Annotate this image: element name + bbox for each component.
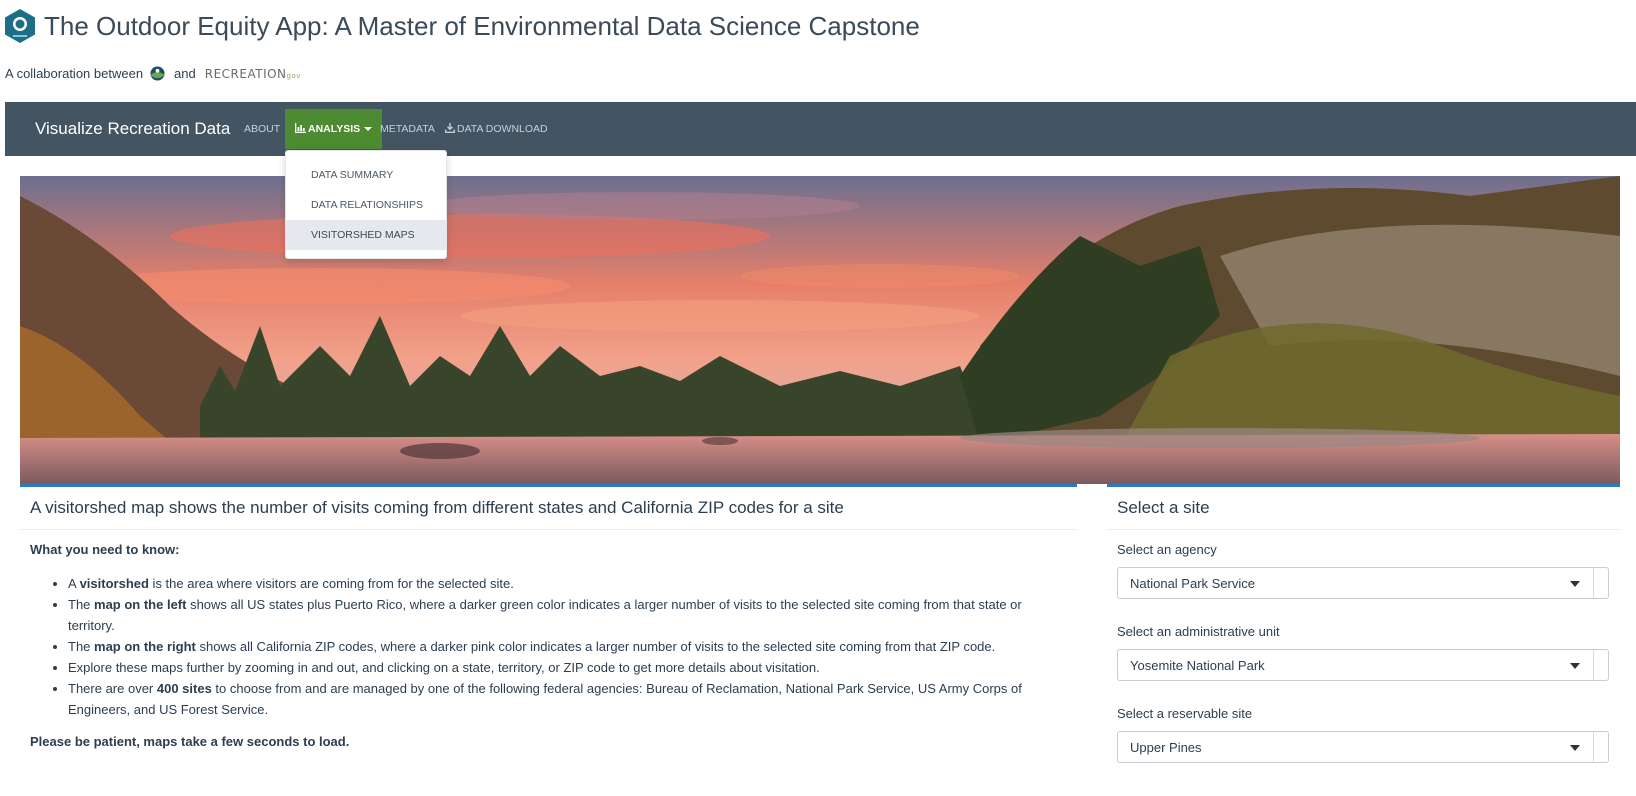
reservable-site-select-value: Upper Pines — [1130, 740, 1202, 755]
navbar: Visualize Recreation Data ABOUT ANALYSIS… — [5, 102, 1636, 156]
select-divider — [1593, 732, 1594, 762]
bren-logo-icon — [150, 66, 165, 81]
agency-select-value: National Park Service — [1130, 576, 1255, 591]
agency-label: Select an agency — [1117, 542, 1217, 557]
hero-landscape-image — [20, 176, 1620, 484]
select-site-title: Select a site — [1107, 487, 1620, 530]
chevron-down-icon — [1570, 663, 1580, 669]
admin-unit-label: Select an administrative unit — [1117, 624, 1280, 639]
app-title: The Outdoor Equity App: A Master of Envi… — [44, 10, 920, 41]
info-list: A visitorshed is the area where visitors… — [30, 573, 1067, 720]
nav-analysis[interactable]: ANALYSIS — [285, 109, 383, 149]
chevron-down-icon — [364, 127, 373, 132]
loading-notice: Please be patient, maps take a few secon… — [30, 734, 350, 749]
dropdown-item-visitorshed-maps[interactable]: VISITORSHED MAPS — [286, 220, 446, 250]
dropdown-item-data-summary[interactable]: DATA SUMMARY — [286, 160, 446, 190]
nav-about[interactable]: ABOUT — [244, 102, 280, 156]
list-item: The map on the right shows all Californi… — [68, 636, 1067, 657]
agency-select[interactable]: National Park Service — [1117, 567, 1609, 599]
app-header: The Outdoor Equity App: A Master of Envi… — [4, 6, 920, 46]
collaboration-line: A collaboration between and RECREATIONgo… — [5, 66, 301, 81]
chevron-down-icon — [1570, 745, 1580, 751]
reservable-site-select[interactable]: Upper Pines — [1117, 731, 1609, 763]
select-divider — [1593, 650, 1594, 680]
list-item: A visitorshed is the area where visitors… — [68, 573, 1067, 594]
need-to-know-heading: What you need to know: — [30, 542, 180, 557]
download-icon — [445, 123, 455, 133]
visitorshed-info-card: A visitorshed map shows the number of vi… — [20, 484, 1077, 773]
collab-prefix: A collaboration between — [5, 66, 144, 81]
select-divider — [1593, 568, 1594, 598]
ucsb-bren-logo-icon — [5, 9, 35, 43]
visitorshed-card-title: A visitorshed map shows the number of vi… — [20, 487, 1077, 530]
list-item: There are over 400 sites to choose from … — [68, 678, 1067, 720]
nav-data-download-label: DATA DOWNLOAD — [457, 123, 548, 135]
list-item: Explore these maps further by zooming in… — [68, 657, 1067, 678]
admin-unit-select-value: Yosemite National Park — [1130, 658, 1265, 673]
nav-analysis-label: ANALYSIS — [308, 123, 361, 135]
nav-metadata[interactable]: METADATA — [380, 102, 435, 156]
admin-unit-select[interactable]: Yosemite National Park — [1117, 649, 1609, 681]
dropdown-item-data-relationships[interactable]: DATA RELATIONSHIPS — [286, 190, 446, 220]
navbar-brand[interactable]: Visualize Recreation Data — [35, 102, 230, 156]
list-item: The map on the left shows all US states … — [68, 594, 1067, 636]
chevron-down-icon — [1570, 581, 1580, 587]
recreation-gov-logo: RECREATIONgov — [204, 66, 301, 81]
reservable-site-label: Select a reservable site — [1117, 706, 1253, 721]
select-site-card: Select a site Select an agency National … — [1107, 484, 1620, 773]
analysis-dropdown-menu: DATA SUMMARY DATA RELATIONSHIPS VISITORS… — [285, 150, 447, 259]
collab-and: and — [174, 66, 196, 81]
bar-chart-icon — [295, 123, 306, 133]
nav-data-download[interactable]: DATA DOWNLOAD — [445, 102, 548, 156]
